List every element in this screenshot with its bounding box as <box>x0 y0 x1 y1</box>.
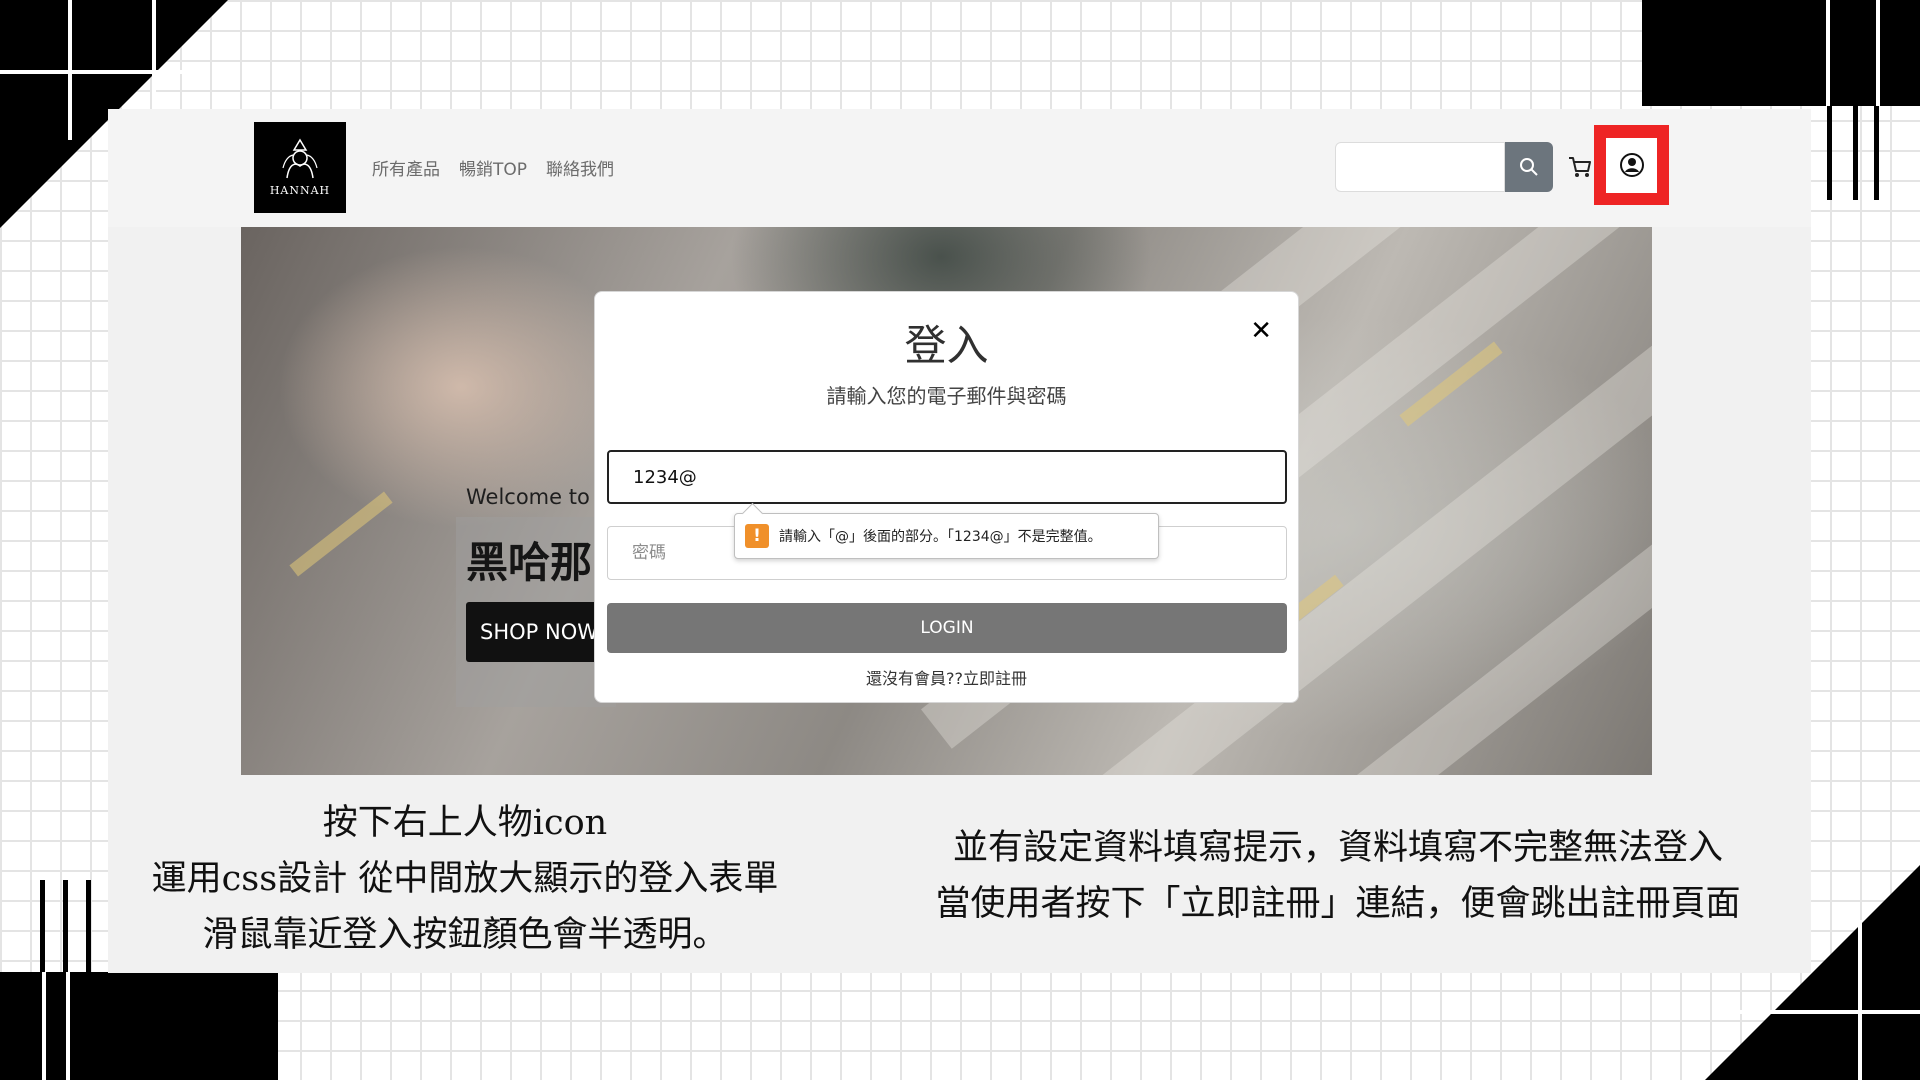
decor-bar <box>40 880 45 980</box>
decor-line <box>1826 0 1830 106</box>
caption-line: 按下右上人物icon <box>322 803 608 843</box>
warning-icon: ! <box>745 524 769 548</box>
caption-left: 按下右上人物icon 運用css設計 從中間放大顯示的登入表單 滑鼠靠近登入按鈕… <box>108 795 822 963</box>
logo-text: HANNAH <box>269 184 331 197</box>
decor-line <box>1876 0 1880 106</box>
caption-line: 並有設定資料填寫提示，資料填寫不完整無法登入 <box>952 828 1723 868</box>
caption-line: 運用css設計 從中間放大顯示的登入表單 <box>151 859 779 899</box>
decor-line <box>1858 920 1862 1080</box>
caption-line: 當使用者按下「立即註冊」連結，便會跳出註冊頁面 <box>935 884 1741 924</box>
search-button[interactable] <box>1505 142 1553 192</box>
login-modal: 登入 ✕ 請輸入您的電子郵件與密碼 ! 請輸入「@」後面的部分。「1234@」不… <box>594 291 1299 703</box>
nav-link-contact[interactable]: 聯絡我們 <box>546 155 614 180</box>
validation-message: 請輸入「@」後面的部分。「1234@」不是完整值。 <box>779 529 1102 545</box>
decor-line <box>0 70 200 74</box>
decor-line <box>68 0 72 140</box>
nav-links: 所有產品 暢銷TOP 聯絡我們 <box>372 155 614 180</box>
decor-bar <box>63 880 68 980</box>
caption-line: 滑鼠靠近登入按鈕顏色會半透明。 <box>202 915 728 955</box>
search-icon <box>1520 158 1538 176</box>
decor-line <box>1740 1010 1920 1014</box>
decor-line <box>66 972 70 1080</box>
register-link[interactable]: 還沒有會員??立即註冊 <box>595 665 1298 689</box>
hero-welcome-text: Welcome to <box>466 485 590 509</box>
modal-title: 登入 <box>904 321 989 370</box>
search-input[interactable] <box>1335 142 1505 192</box>
cart-icon[interactable] <box>1567 154 1593 180</box>
decor-line <box>42 972 46 1080</box>
user-circle-icon <box>1619 153 1644 177</box>
decor-bar <box>1874 106 1879 200</box>
modal-subtitle: 請輸入您的電子郵件與密碼 <box>826 384 1067 408</box>
logo-emblem-icon <box>282 138 318 179</box>
login-button[interactable]: LOGIN <box>607 603 1287 653</box>
nav-link-products[interactable]: 所有產品 <box>372 155 440 180</box>
caption-right: 並有設定資料填寫提示，資料填寫不完整無法登入 當使用者按下「立即註冊」連結，便會… <box>873 820 1803 932</box>
navbar: HANNAH 所有產品 暢銷TOP 聯絡我們 <box>108 109 1811 227</box>
decor-bar <box>1827 106 1832 200</box>
nav-link-top-sellers[interactable]: 暢銷TOP <box>459 155 527 180</box>
validation-tooltip: ! 請輸入「@」後面的部分。「1234@」不是完整值。 <box>734 513 1159 559</box>
decor-bar <box>86 880 91 980</box>
decor-bar <box>1853 106 1858 200</box>
user-account-button[interactable] <box>1594 125 1669 205</box>
email-field[interactable] <box>607 450 1287 504</box>
brand-logo[interactable]: HANNAH <box>254 122 346 213</box>
close-icon[interactable]: ✕ <box>1250 316 1272 346</box>
hero-title: 黑哈那 <box>466 538 593 587</box>
